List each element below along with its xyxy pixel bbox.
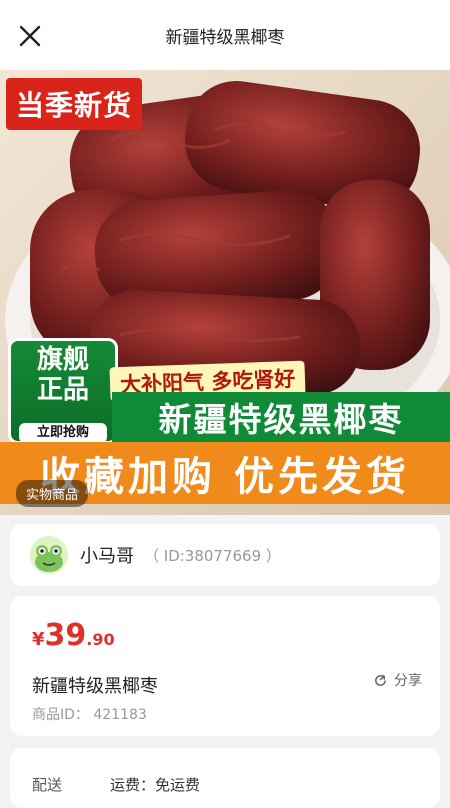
frog-avatar-icon (30, 536, 68, 574)
share-button[interactable]: 分享 (373, 670, 422, 690)
product-banner: 新疆特级黑椰枣 (112, 392, 450, 442)
product-id: 商品ID： 421183 (32, 707, 147, 723)
share-icon (375, 674, 386, 686)
close-icon[interactable] (14, 20, 46, 52)
share-label: 分享 (394, 673, 422, 689)
real-product-tag: 实物商品 (16, 480, 89, 507)
page-title: 新疆特级黑椰枣 (165, 27, 285, 48)
flagship-badge: 旗舰 正品 立即抢购 (8, 338, 118, 444)
seller-name: 小马哥 (80, 546, 134, 567)
avatar[interactable] (30, 536, 68, 574)
badge-line2: 正品 (36, 375, 89, 405)
new-season-tag: 当季新货 (6, 78, 143, 130)
product-name: 新疆特级黑椰枣 (32, 676, 158, 697)
price-decimal: .90 (86, 630, 115, 649)
currency-symbol: ¥ (32, 629, 45, 650)
product-info-card: ¥39.90 新疆特级黑椰枣 分享 商品ID： 421183 (10, 596, 440, 736)
seller-card[interactable]: 小马哥 （ ID:38077669 ） (10, 524, 440, 586)
product-image[interactable]: 当季新货 旗舰 正品 立即抢购 大补阳气 多吃肾好 新疆特级黑椰枣 收藏加购 优… (0, 70, 450, 515)
price-integer: 39 (44, 618, 87, 653)
buy-now-pill: 立即抢购 (19, 423, 107, 443)
badge-line1: 旗舰 (36, 345, 89, 375)
shipping-card: 配送 运费：免运费 (10, 748, 440, 808)
shipping-label: 配送 (32, 776, 63, 794)
top-bar: 新疆特级黑椰枣 (0, 0, 450, 70)
price: ¥39.90 (32, 618, 115, 653)
shipping-fee: 运费：免运费 (110, 776, 201, 794)
seller-id: （ ID:38077669 ） (144, 546, 281, 565)
